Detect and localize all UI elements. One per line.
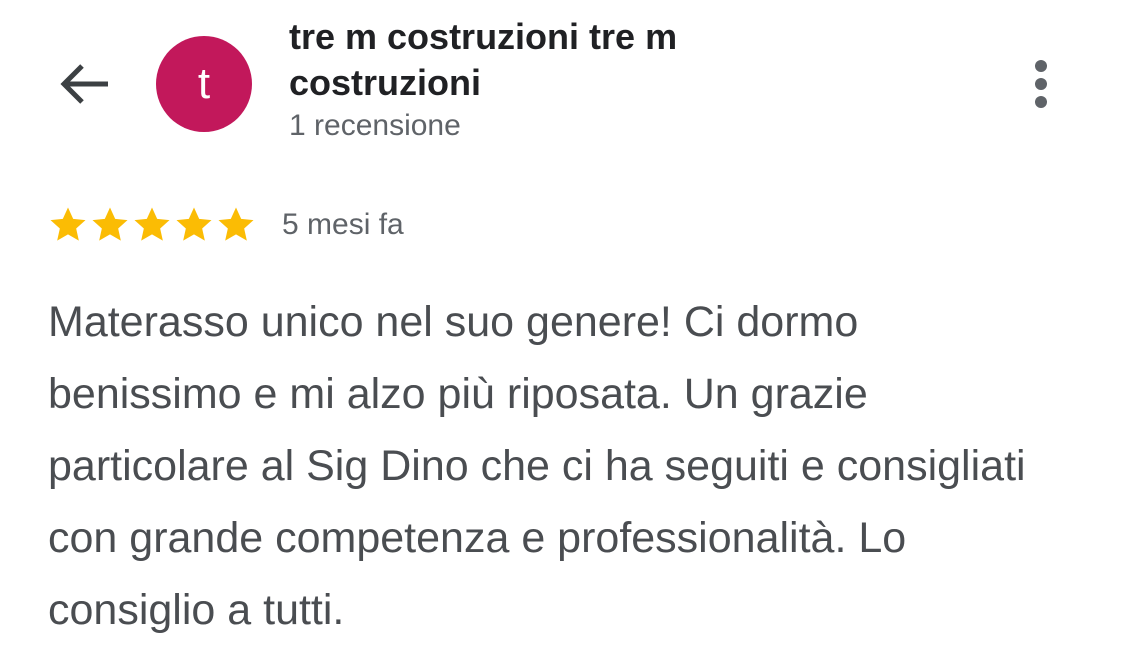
more-options-button[interactable]	[1014, 52, 1068, 116]
rating-row: 5 mesi fa	[48, 200, 404, 250]
more-vert-icon-dot	[1035, 96, 1047, 108]
avatar[interactable]: t	[156, 36, 252, 132]
review-text: Materasso unico nel suo genere! Ci dormo…	[48, 298, 1026, 634]
star-icon	[50, 207, 86, 241]
star-rating	[48, 205, 256, 245]
reviewer-name[interactable]: tre m costruzioni tre m costruzioni	[289, 14, 849, 106]
avatar-letter: t	[197, 59, 211, 108]
star-icon	[134, 207, 170, 241]
star-icon	[218, 207, 254, 241]
star-icon	[92, 207, 128, 241]
review-count: 1 recensione	[289, 109, 461, 142]
more-vert-icon-dot	[1035, 78, 1047, 90]
arrow-back-icon	[60, 64, 108, 104]
reviewer-info: tre m costruzioni tre m costruzioni 1 re…	[289, 14, 849, 146]
more-vert-icon	[1035, 60, 1047, 72]
back-button[interactable]	[52, 54, 116, 114]
star-icon	[176, 207, 212, 241]
review-date: 5 mesi fa	[282, 208, 404, 241]
